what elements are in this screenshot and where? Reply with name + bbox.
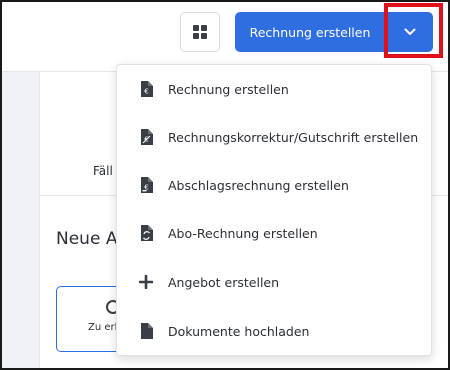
menu-item-label: Abschlagsrechnung erstellen — [168, 177, 349, 193]
menu-item-create-recurring-invoice[interactable]: Abo-Rechnung erstellen — [117, 209, 433, 257]
invoice-document-icon: € — [139, 81, 153, 97]
menu-item-label: Rechnungskorrektur/Gutschrift erstellen — [168, 129, 419, 145]
menu-item-create-offer[interactable]: Angebot erstellen — [117, 258, 433, 306]
create-invoice-button[interactable]: Rechnung erstellen — [235, 12, 385, 52]
menu-item-label: Dokumente hochladen — [168, 323, 310, 339]
menu-item-create-partial-invoice[interactable]: € Abschlagsrechnung erstellen — [117, 161, 433, 209]
highlight-box — [384, 3, 443, 58]
menu-item-create-invoice[interactable]: € Rechnung erstellen — [117, 65, 433, 113]
left-sidebar-strip — [2, 72, 40, 368]
plus-icon — [139, 274, 153, 290]
menu-item-upload-documents[interactable]: Dokumente hochladen — [117, 307, 433, 355]
menu-item-label: Angebot erstellen — [168, 274, 280, 290]
recurring-invoice-icon — [139, 225, 153, 241]
upload-card-label-partial: Zu erl — [88, 322, 118, 333]
correction-document-icon: € — [139, 129, 153, 145]
apps-grid-icon — [193, 25, 207, 39]
create-dropdown-menu: € Rechnung erstellen € Rechnungskorrektu… — [116, 64, 432, 356]
apps-grid-button[interactable] — [180, 12, 220, 52]
menu-item-create-correction[interactable]: € Rechnungskorrektur/Gutschrift erstelle… — [117, 113, 433, 161]
menu-item-label: Rechnung erstellen — [168, 81, 289, 97]
partial-invoice-document-icon: € — [139, 177, 153, 193]
section-heading-partial: Neue A — [56, 229, 118, 249]
document-icon — [139, 323, 153, 339]
tab-label-partial[interactable]: Fäll — [93, 164, 113, 178]
menu-item-label: Abo-Rechnung erstellen — [168, 225, 318, 241]
svg-text:€: € — [144, 88, 148, 96]
